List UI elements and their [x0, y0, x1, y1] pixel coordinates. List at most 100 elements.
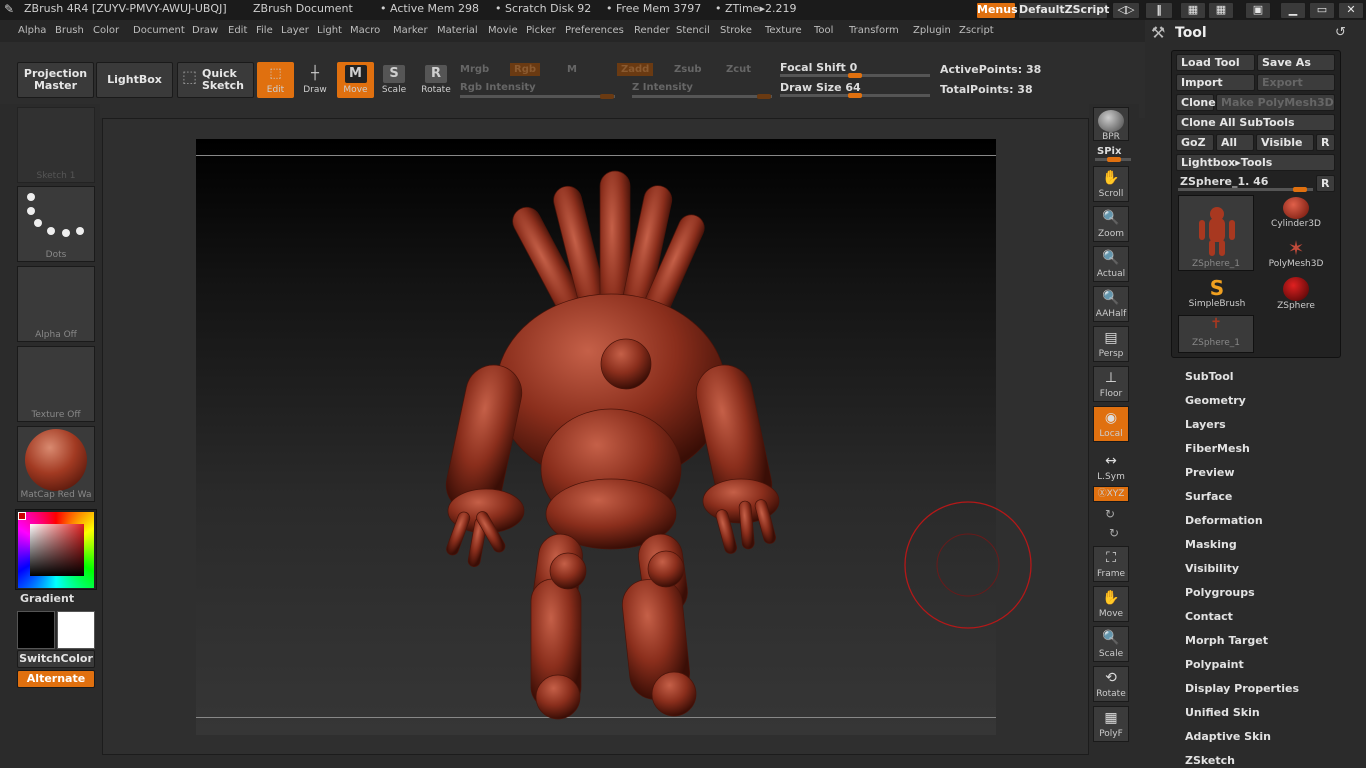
menu-edit[interactable]: Edit — [228, 25, 247, 36]
default-zscript-button[interactable]: DefaultZScript — [1018, 2, 1109, 19]
menu-render[interactable]: Render — [634, 25, 670, 36]
clone-button[interactable]: Clone — [1176, 94, 1216, 111]
maximize-icon[interactable]: ▭ — [1309, 2, 1335, 19]
menu-preferences[interactable]: Preferences — [565, 25, 624, 36]
tool-zsphere[interactable]: ZSphere — [1257, 277, 1335, 315]
menus-button[interactable]: Menus — [976, 2, 1018, 19]
rgb-button[interactable]: Rgb — [510, 63, 541, 76]
export-button[interactable]: Export — [1257, 74, 1335, 91]
rgb-intensity-slider[interactable] — [460, 94, 615, 99]
edit-button[interactable]: ⬚ Edit — [257, 62, 294, 98]
rotate-button[interactable]: R Rotate — [418, 65, 454, 95]
persp-button[interactable]: ▤ Persp — [1093, 326, 1129, 362]
actual-button[interactable]: 🔍 Actual — [1093, 246, 1129, 282]
quick-sketch-button[interactable]: ⬚ Quick Sketch — [177, 62, 254, 98]
reset-icon[interactable]: ↺ — [1335, 25, 1346, 40]
menu-layer[interactable]: Layer — [281, 25, 309, 36]
lsym-button[interactable]: ↔ L.Sym — [1093, 450, 1129, 482]
projection-master-button[interactable]: Projection Master — [17, 62, 94, 98]
menu-light[interactable]: Light — [317, 25, 342, 36]
section-polypaint[interactable]: Polypaint — [1185, 658, 1244, 671]
section-morph-target[interactable]: Morph Target — [1185, 634, 1268, 647]
floor-button[interactable]: ⊥ Floor — [1093, 366, 1129, 402]
z-intensity-slider[interactable] — [632, 94, 772, 99]
section-masking[interactable]: Masking — [1185, 538, 1237, 551]
close-icon[interactable]: ✕ — [1338, 2, 1364, 19]
polyf-button[interactable]: ▦ PolyF — [1093, 706, 1129, 742]
section-contact[interactable]: Contact — [1185, 610, 1233, 623]
frame-button[interactable]: ⛶ Frame — [1093, 546, 1129, 582]
load-tool-button[interactable]: Load Tool — [1176, 54, 1255, 71]
menu-movie[interactable]: Movie — [488, 25, 518, 36]
scroll-button[interactable]: ✋ Scroll — [1093, 166, 1129, 202]
goz-button[interactable]: GoZ — [1176, 134, 1214, 151]
scale-view-button[interactable]: 🔍 Scale — [1093, 626, 1129, 662]
goz-r-button[interactable]: R — [1316, 134, 1335, 151]
rotate-y-icon[interactable]: ↻ — [1105, 507, 1115, 521]
tool-polymesh3d[interactable]: ✶ PolyMesh3D — [1257, 237, 1335, 275]
section-preview[interactable]: Preview — [1185, 466, 1235, 479]
section-fibermesh[interactable]: FiberMesh — [1185, 442, 1250, 455]
rotate-view-button[interactable]: ⟲ Rotate — [1093, 666, 1129, 702]
aahalf-button[interactable]: 🔍 AAHalf — [1093, 286, 1129, 322]
minimize-icon[interactable]: ▁ — [1280, 2, 1306, 19]
scale-button[interactable]: S Scale — [377, 65, 411, 95]
mrgb-button[interactable]: Mrgb — [460, 64, 489, 75]
menu-marker[interactable]: Marker — [393, 25, 428, 36]
menu-picker[interactable]: Picker — [526, 25, 556, 36]
save-as-button[interactable]: Save As — [1257, 54, 1335, 71]
section-display-properties[interactable]: Display Properties — [1185, 682, 1299, 695]
zcut-button[interactable]: Zcut — [726, 64, 751, 75]
menu-color[interactable]: Color — [93, 25, 119, 36]
move-button[interactable]: M Move — [337, 62, 374, 98]
sketch-thumbnail[interactable]: Sketch 1 — [17, 107, 95, 183]
m-button[interactable]: M — [567, 64, 577, 75]
menu-stencil[interactable]: Stencil — [676, 25, 710, 36]
tool-slider[interactable] — [1178, 187, 1313, 192]
texture-thumbnail[interactable]: Texture Off — [17, 346, 95, 422]
menu-tool[interactable]: Tool — [814, 25, 833, 36]
menu-zscript[interactable]: Zscript — [959, 25, 994, 36]
draw-size-slider[interactable] — [780, 93, 930, 98]
section-surface[interactable]: Surface — [1185, 490, 1232, 503]
menu-stroke[interactable]: Stroke — [720, 25, 752, 36]
ui-layout-icon[interactable]: ▦ — [1180, 2, 1206, 19]
xyz-button[interactable]: ⓍXYZ — [1093, 486, 1129, 502]
menu-alpha[interactable]: Alpha — [18, 25, 46, 36]
focal-shift-slider[interactable] — [780, 73, 930, 78]
tool-thumb-zsphere1-b[interactable]: ✝ ZSphere_1 — [1178, 315, 1254, 353]
section-polygroups[interactable]: Polygroups — [1185, 586, 1255, 599]
lock-icon[interactable]: ▣ — [1245, 2, 1271, 19]
move-view-button[interactable]: ✋ Move — [1093, 586, 1129, 622]
import-button[interactable]: Import — [1176, 74, 1255, 91]
zoom-button[interactable]: 🔍 Zoom — [1093, 206, 1129, 242]
local-button[interactable]: ◉ Local — [1093, 406, 1129, 442]
stroke-dots-thumbnail[interactable]: Dots — [17, 186, 95, 262]
lightbox-tools-button[interactable]: Lightbox▸Tools — [1176, 154, 1335, 171]
secondary-color-swatch[interactable] — [57, 611, 95, 649]
lightbox-button[interactable]: LightBox — [96, 62, 173, 98]
section-subtool[interactable]: SubTool — [1185, 370, 1234, 383]
document-canvas[interactable] — [196, 139, 996, 735]
goz-visible-button[interactable]: Visible — [1256, 134, 1314, 151]
alpha-thumbnail[interactable]: Alpha Off — [17, 266, 95, 342]
section-deformation[interactable]: Deformation — [1185, 514, 1263, 527]
menu-texture[interactable]: Texture — [765, 25, 802, 36]
menu-draw[interactable]: Draw — [192, 25, 218, 36]
menu-brush[interactable]: Brush — [55, 25, 84, 36]
bpr-button[interactable]: BPR — [1093, 107, 1129, 142]
clone-all-subtools-button[interactable]: Clone All SubTools — [1176, 114, 1335, 131]
menu-document[interactable]: Document — [133, 25, 185, 36]
divider-icon[interactable]: ‖ — [1145, 2, 1173, 19]
zsub-button[interactable]: Zsub — [674, 64, 701, 75]
menu-transform[interactable]: Transform — [849, 25, 899, 36]
draw-button[interactable]: ┼ Draw — [298, 65, 332, 95]
section-adaptive-skin[interactable]: Adaptive Skin — [1185, 730, 1271, 743]
alternate-button[interactable]: Alternate — [17, 670, 95, 688]
make-polymesh-button[interactable]: Make PolyMesh3D — [1216, 94, 1335, 111]
section-layers[interactable]: Layers — [1185, 418, 1226, 431]
rotate-z-icon[interactable]: ↻ — [1109, 526, 1119, 540]
menu-zplugin[interactable]: Zplugin — [913, 25, 951, 36]
material-thumbnail[interactable]: MatCap Red Wa — [17, 426, 95, 502]
goz-all-button[interactable]: All — [1216, 134, 1254, 151]
